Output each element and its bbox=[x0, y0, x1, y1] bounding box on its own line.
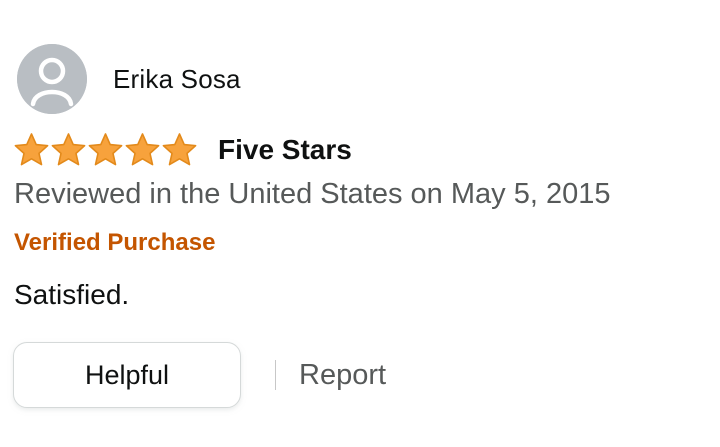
star-icon bbox=[51, 133, 86, 166]
review-title[interactable]: Five Stars bbox=[218, 134, 352, 166]
review-actions: Helpful Report bbox=[13, 341, 386, 409]
star-icon bbox=[14, 133, 49, 166]
star-icon bbox=[162, 133, 197, 166]
star-rating[interactable] bbox=[13, 132, 198, 168]
customer-review: Erika Sosa Five Stars Reviewed in the Un… bbox=[0, 0, 720, 447]
reviewer-profile[interactable]: Erika Sosa bbox=[17, 43, 241, 115]
star-icon bbox=[125, 133, 160, 166]
helpful-button[interactable]: Helpful bbox=[13, 342, 241, 408]
reviewer-name[interactable]: Erika Sosa bbox=[113, 64, 241, 95]
review-date: Reviewed in the United States on May 5, … bbox=[14, 178, 611, 210]
review-body: Satisfied. bbox=[14, 279, 130, 310]
person-silhouette-icon bbox=[17, 44, 87, 114]
report-link[interactable]: Report bbox=[299, 359, 386, 392]
star-icon bbox=[88, 133, 123, 166]
action-divider bbox=[275, 360, 276, 390]
verified-purchase-badge[interactable]: Verified Purchase bbox=[14, 229, 215, 257]
rating-row: Five Stars bbox=[13, 128, 352, 172]
